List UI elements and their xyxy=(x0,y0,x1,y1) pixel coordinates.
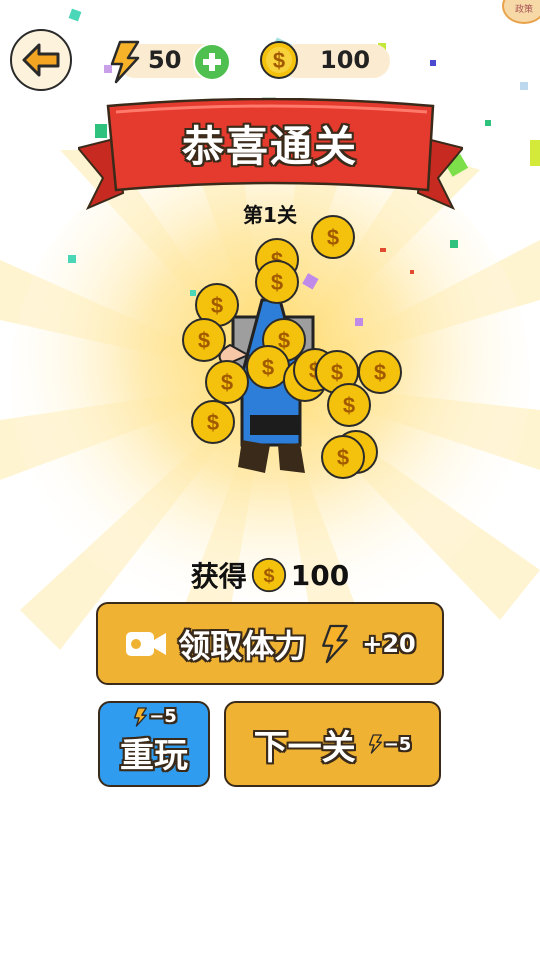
svg-text:$: $ xyxy=(198,328,210,353)
reward-summary: 获得 $ 100 xyxy=(0,555,540,595)
svg-text:$: $ xyxy=(337,445,349,470)
svg-text:$: $ xyxy=(273,48,285,73)
svg-text:$: $ xyxy=(207,410,219,435)
lightning-icon xyxy=(322,624,348,663)
lightning-icon xyxy=(134,706,148,727)
back-button[interactable] xyxy=(10,29,72,91)
video-camera-icon xyxy=(126,631,167,656)
svg-text:$: $ xyxy=(331,360,343,385)
dollar-coin-icon: $ xyxy=(251,557,286,593)
claim-energy-button[interactable]: 领取体力 +20 xyxy=(96,602,444,685)
coins-value: 100 xyxy=(320,46,371,74)
victory-title: 恭喜通关 xyxy=(181,122,358,171)
svg-text:$: $ xyxy=(343,393,355,418)
replay-label: 重玩 xyxy=(120,735,188,776)
arrow-left-icon xyxy=(22,43,60,77)
svg-text:$: $ xyxy=(327,225,339,250)
claim-energy-label: 领取体力 xyxy=(178,626,307,665)
svg-text:$: $ xyxy=(263,565,274,587)
next-level-button[interactable]: 下一关 −5 xyxy=(224,701,441,787)
replay-button[interactable]: −5 重玩 xyxy=(98,701,210,787)
reward-label: 获得 xyxy=(190,560,247,593)
svg-text:$: $ xyxy=(221,370,233,395)
claim-energy-bonus: +20 xyxy=(362,629,416,658)
add-energy-button[interactable] xyxy=(193,43,231,81)
svg-text:$: $ xyxy=(271,270,283,295)
svg-text:$: $ xyxy=(374,360,386,385)
plus-icon xyxy=(203,53,221,71)
next-level-cost-value: −5 xyxy=(383,733,412,755)
coin-pile: $ $ $ $ $ $ $ $ $ $ $ $ $ $ $ $ xyxy=(182,215,402,479)
replay-cost: −5 xyxy=(131,706,177,728)
svg-text:$: $ xyxy=(211,293,223,318)
reward-amount: 100 xyxy=(290,558,350,592)
lightning-icon xyxy=(368,734,382,754)
next-level-cost: −5 xyxy=(366,733,412,755)
replay-cost-value: −5 xyxy=(149,706,177,727)
lightning-icon xyxy=(110,40,140,84)
energy-value: 50 xyxy=(148,46,182,74)
svg-text:$: $ xyxy=(262,355,274,380)
dollar-coin-icon: $ xyxy=(260,41,298,79)
next-level-label: 下一关 xyxy=(253,727,356,768)
